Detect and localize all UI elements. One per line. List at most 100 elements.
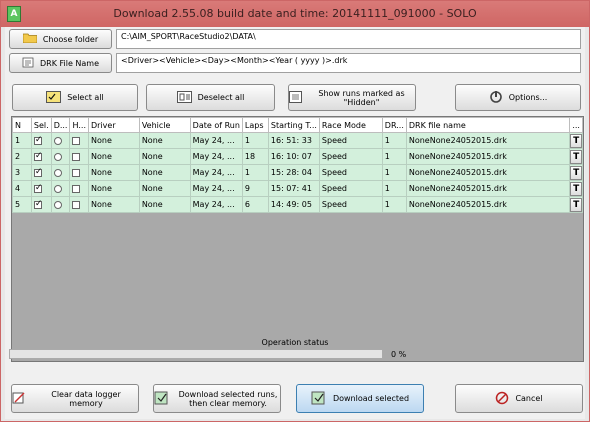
choose-folder-button[interactable]: Choose folder xyxy=(9,29,112,49)
column-header[interactable]: H... xyxy=(69,117,89,133)
runs-grid: N Sel. D... H... Driver Vehicle Date of … xyxy=(11,116,584,362)
dr-cell: 1 xyxy=(381,132,407,149)
column-header[interactable]: Race Mode xyxy=(318,117,383,133)
driver-cell: None xyxy=(88,132,140,149)
select-checkbox[interactable] xyxy=(33,135,42,145)
vehicle-cell: None xyxy=(138,196,191,213)
runs-table: N Sel. D... H... Driver Vehicle Date of … xyxy=(12,117,583,213)
column-header[interactable]: ... xyxy=(569,117,583,133)
operation-progress-bar xyxy=(9,349,383,359)
download-radio[interactable] xyxy=(53,152,62,161)
window-title: Download 2.55.08 build date and time: 20… xyxy=(113,7,477,20)
run-number: 5 xyxy=(12,196,32,213)
drk-file-cell[interactable]: NoneNone24052015.drk xyxy=(405,148,571,165)
folder-path-field[interactable]: C:\AIM_SPORT\RaceStudio2\DATA\ xyxy=(116,29,581,49)
cancel-button[interactable]: Cancel xyxy=(455,384,583,413)
driver-cell: None xyxy=(88,180,140,197)
column-header[interactable]: N xyxy=(12,117,32,133)
column-header[interactable]: D... xyxy=(50,117,71,133)
start-time-cell: 15: 07: 41 xyxy=(267,180,320,197)
vehicle-cell: None xyxy=(138,180,191,197)
column-header[interactable]: Date of Run xyxy=(189,117,243,133)
column-header[interactable]: Sel. xyxy=(30,117,52,133)
download-selected-label: Download selected xyxy=(332,394,410,403)
select-all-button[interactable]: Select all xyxy=(12,84,138,111)
hidden-checkbox[interactable] xyxy=(72,168,81,177)
drk-file-cell[interactable]: NoneNone24052015.drk xyxy=(405,164,571,181)
drk-pattern-field[interactable]: <Driver><Vehicle><Day><Month><Year ( yyy… xyxy=(116,53,581,73)
column-header[interactable]: Vehicle xyxy=(138,117,191,133)
column-header[interactable]: DRK file name xyxy=(405,117,571,133)
column-header[interactable]: Laps xyxy=(241,117,269,133)
laps-cell: 18 xyxy=(241,148,269,165)
column-header[interactable]: DR... xyxy=(381,117,407,133)
table-row[interactable]: 1 None None May 24, ... 1 16: 51: 33 Spe… xyxy=(12,132,583,149)
hidden-checkbox[interactable] xyxy=(72,136,81,145)
drk-file-cell[interactable]: NoneNone24052015.drk xyxy=(405,132,571,149)
t-button[interactable]: T xyxy=(570,181,582,196)
date-cell: May 24, ... xyxy=(189,148,243,165)
download-window: A Download 2.55.08 build date and time: … xyxy=(0,0,590,422)
uncheck-list-icon xyxy=(176,90,192,105)
download-radio[interactable] xyxy=(53,136,62,145)
driver-cell: None xyxy=(88,164,140,181)
select-checkbox[interactable] xyxy=(33,151,42,161)
drk-file-name-button[interactable]: DRK File Name xyxy=(9,53,112,73)
start-time-cell: 15: 28: 04 xyxy=(267,164,320,181)
column-header[interactable]: Driver xyxy=(88,117,140,133)
date-cell: May 24, ... xyxy=(189,164,243,181)
run-number: 3 xyxy=(12,164,32,181)
vehicle-cell: None xyxy=(138,148,191,165)
select-all-label: Select all xyxy=(67,93,104,102)
table-row[interactable]: 4 None None May 24, ... 9 15: 07: 41 Spe… xyxy=(12,180,583,197)
hidden-checkbox[interactable] xyxy=(72,184,81,193)
drk-file-cell[interactable]: NoneNone24052015.drk xyxy=(405,196,571,213)
start-time-cell: 14: 49: 05 xyxy=(267,196,320,213)
options-button[interactable]: Options... xyxy=(455,84,581,111)
download-radio[interactable] xyxy=(53,200,62,209)
t-button[interactable]: T xyxy=(570,133,582,148)
t-button[interactable]: T xyxy=(570,149,582,164)
vehicle-cell: None xyxy=(138,132,191,149)
select-checkbox[interactable] xyxy=(33,183,42,193)
download-radio[interactable] xyxy=(53,168,62,177)
download-icon xyxy=(311,391,327,407)
main-panel: Choose folder C:\AIM_SPORT\RaceStudio2\D… xyxy=(5,27,585,419)
clear-memory-button[interactable]: Clear data logger memory xyxy=(11,384,139,413)
laps-cell: 1 xyxy=(241,164,269,181)
date-cell: May 24, ... xyxy=(189,132,243,149)
deselect-all-button[interactable]: Deselect all xyxy=(146,84,275,111)
download-clear-icon xyxy=(154,391,170,407)
race-mode-cell: Speed xyxy=(318,180,383,197)
download-and-clear-button[interactable]: Download selected runs, then clear memor… xyxy=(153,384,281,413)
hidden-checkbox[interactable] xyxy=(72,152,81,161)
table-row[interactable]: 2 None None May 24, ... 18 16: 10: 07 Sp… xyxy=(12,148,583,165)
drk-file-name-label: DRK File Name xyxy=(39,58,100,68)
clear-memory-label: Clear data logger memory xyxy=(51,389,121,408)
date-cell: May 24, ... xyxy=(189,180,243,197)
laps-cell: 1 xyxy=(241,132,269,149)
progress-percent: 0 % xyxy=(391,350,407,359)
download-selected-button[interactable]: Download selected xyxy=(296,384,424,413)
dr-cell: 1 xyxy=(381,164,407,181)
hidden-checkbox[interactable] xyxy=(72,200,81,209)
date-cell: May 24, ... xyxy=(189,196,243,213)
document-icon xyxy=(22,57,34,70)
run-number: 2 xyxy=(12,148,32,165)
table-row[interactable]: 5 None None May 24, ... 6 14: 49: 05 Spe… xyxy=(12,196,583,213)
start-time-cell: 16: 10: 07 xyxy=(267,148,320,165)
show-hidden-runs-button[interactable]: Show runs marked as "Hidden" xyxy=(288,84,416,111)
select-checkbox[interactable] xyxy=(33,167,42,177)
table-row[interactable]: 3 None None May 24, ... 1 15: 28: 04 Spe… xyxy=(12,164,583,181)
download-radio[interactable] xyxy=(53,184,62,193)
column-header[interactable]: Starting T... xyxy=(267,117,320,133)
options-label: Options... xyxy=(508,93,548,102)
title-bar: A Download 2.55.08 build date and time: … xyxy=(1,1,589,27)
select-checkbox[interactable] xyxy=(33,199,42,209)
t-button[interactable]: T xyxy=(570,197,582,212)
t-button[interactable]: T xyxy=(570,165,582,180)
dr-cell: 1 xyxy=(381,148,407,165)
drk-file-cell[interactable]: NoneNone24052015.drk xyxy=(405,180,571,197)
cancel-icon xyxy=(495,391,509,407)
operation-status-label: Operation status xyxy=(261,338,329,347)
